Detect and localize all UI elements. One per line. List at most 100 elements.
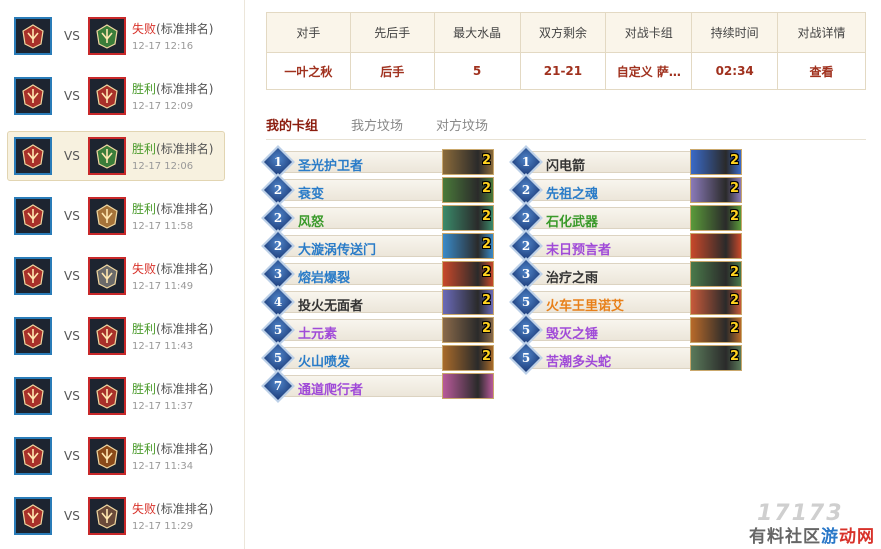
deck-card[interactable]: 4 投火无面者 2	[261, 285, 494, 319]
header-turn-order: 先后手	[349, 12, 435, 53]
opponent-hero-sword-hilt-icon	[88, 137, 126, 175]
card-cost: 2	[521, 183, 531, 197]
card-cost: 2	[273, 239, 283, 253]
card-name: 治疗之雨	[546, 271, 599, 286]
match-item[interactable]: VS 胜利(标准排名) 12-17 11:43	[7, 311, 225, 361]
card-art	[442, 373, 494, 399]
match-time: 12-17 12:16	[132, 41, 194, 52]
match-item[interactable]: VS 胜利(标准排名) 12-17 11:58	[7, 191, 225, 241]
match-time: 12-17 11:29	[132, 521, 194, 532]
win-label: 胜利	[132, 382, 157, 396]
card-name: 毁灭之锤	[546, 327, 599, 342]
my-hero-icon	[14, 497, 52, 535]
deck-card[interactable]: 1 闪电箭 2	[509, 145, 742, 179]
vs-label: VS	[64, 209, 80, 223]
match-item[interactable]: VS 失败(标准排名) 12-17 11:49	[7, 251, 225, 301]
loss-label: 失败	[132, 262, 157, 276]
match-mode: (标准排名)	[156, 262, 214, 276]
match-mode: (标准排名)	[156, 442, 214, 456]
card-count: 2	[481, 265, 491, 280]
header-remaining-health: 双方剩余	[519, 12, 607, 53]
card-art: 2	[442, 233, 494, 259]
card-count: 2	[729, 209, 739, 224]
tab-my-deck[interactable]: 我的卡组	[266, 115, 318, 134]
win-label: 胜利	[132, 202, 157, 216]
card-cost: 2	[521, 211, 531, 225]
match-result: 胜利(标准排名)	[132, 200, 213, 217]
header-details: 对战详情	[777, 12, 866, 53]
card-cost: 2	[521, 239, 531, 253]
opponent-hero-shaman-emblem-icon	[88, 377, 126, 415]
card-cost: 7	[273, 379, 283, 393]
match-result: 失败(标准排名)	[132, 20, 213, 37]
card-count: 2	[729, 293, 739, 308]
tab-opponent-graveyard[interactable]: 对方坟场	[436, 115, 488, 134]
card-name: 熔岩爆裂	[298, 271, 351, 286]
match-result: 胜利(标准排名)	[132, 440, 213, 457]
card-art	[690, 233, 742, 259]
win-label: 胜利	[132, 142, 157, 156]
deck-card[interactable]: 5 毁灭之锤 2	[509, 313, 742, 347]
match-time: 12-17 12:09	[132, 101, 194, 112]
deck-card[interactable]: 1 圣光护卫者 2	[261, 145, 494, 179]
deck-card[interactable]: 2 末日预言者	[509, 229, 742, 263]
card-name: 末日预言者	[546, 243, 612, 258]
match-result: 失败(标准排名)	[132, 260, 213, 277]
match-item[interactable]: VS 胜利(标准排名) 12-17 12:06	[7, 131, 225, 181]
card-name: 通道爬行者	[298, 383, 364, 398]
match-mode: (标准排名)	[156, 202, 214, 216]
match-item[interactable]: VS 胜利(标准排名) 12-17 11:37	[7, 371, 225, 421]
header-max-mana: 最大水晶	[433, 12, 521, 53]
card-name: 先祖之魂	[546, 187, 599, 202]
match-result: 胜利(标准排名)	[132, 320, 213, 337]
deck-card[interactable]: 2 石化武器 2	[509, 201, 742, 235]
deck-card[interactable]: 2 大漩涡传送门 2	[261, 229, 494, 263]
match-item[interactable]: VS 失败(标准排名) 12-17 12:16	[7, 11, 225, 61]
deck-card[interactable]: 5 土元素 2	[261, 313, 494, 347]
deck-card[interactable]: 5 苦潮多头蛇 2	[509, 341, 742, 375]
my-hero-icon	[14, 437, 52, 475]
match-result: 胜利(标准排名)	[132, 140, 213, 157]
deck-tabs: 我的卡组 我方坟场 对方坟场	[266, 113, 866, 140]
card-art: 2	[690, 205, 742, 231]
card-cost: 2	[273, 211, 283, 225]
match-mode: (标准排名)	[156, 502, 214, 516]
match-item[interactable]: VS 胜利(标准排名) 12-17 12:09	[7, 71, 225, 121]
tab-my-graveyard[interactable]: 我方坟场	[351, 115, 403, 134]
deck-card[interactable]: 2 风怒 2	[261, 201, 494, 235]
header-opponent: 对手	[266, 12, 351, 53]
win-label: 胜利	[132, 82, 157, 96]
my-hero-icon	[14, 377, 52, 415]
card-count: 2	[481, 153, 491, 168]
card-name: 衰变	[298, 187, 325, 202]
match-mode: (标准排名)	[156, 382, 214, 396]
card-cost: 5	[273, 351, 283, 365]
card-count: 2	[481, 293, 491, 308]
vs-label: VS	[64, 329, 80, 343]
card-name: 圣光护卫者	[298, 159, 364, 174]
match-item[interactable]: VS 胜利(标准排名) 12-17 11:34	[7, 431, 225, 481]
view-details-link[interactable]: 查看	[810, 65, 834, 79]
win-label: 胜利	[132, 442, 157, 456]
card-art: 2	[690, 345, 742, 371]
deck-card[interactable]: 5 火山喷发 2	[261, 341, 494, 375]
match-mode: (标准排名)	[156, 142, 214, 156]
match-mode: (标准排名)	[156, 22, 214, 36]
match-history-sidebar: VS 失败(标准排名) 12-17 12:16 VS 胜利(标准排名) 12-17 12:…	[0, 0, 232, 549]
card-cost: 3	[273, 267, 283, 281]
vs-label: VS	[64, 389, 80, 403]
opponent-hero-bow-icon	[88, 437, 126, 475]
match-item[interactable]: VS 失败(标准排名) 12-17 11:29	[7, 491, 225, 541]
my-hero-icon	[14, 137, 52, 175]
deck-card[interactable]: 3 治疗之雨 2	[509, 257, 742, 291]
header-deck: 对战卡组	[605, 12, 693, 53]
deck-card[interactable]: 2 衰变 2	[261, 173, 494, 207]
deck-card[interactable]: 2 先祖之魂 2	[509, 173, 742, 207]
deck-card[interactable]: 5 火车王里诺艾 2	[509, 285, 742, 319]
match-time: 12-17 12:06	[132, 161, 194, 172]
deck-card[interactable]: 3 熔岩爆裂 2	[261, 257, 494, 291]
opponent-name: 一叶之秋	[266, 52, 351, 90]
deck-card[interactable]: 7 通道爬行者	[261, 369, 494, 403]
watermark-text-red: 动网	[839, 527, 875, 547]
card-art: 2	[442, 205, 494, 231]
